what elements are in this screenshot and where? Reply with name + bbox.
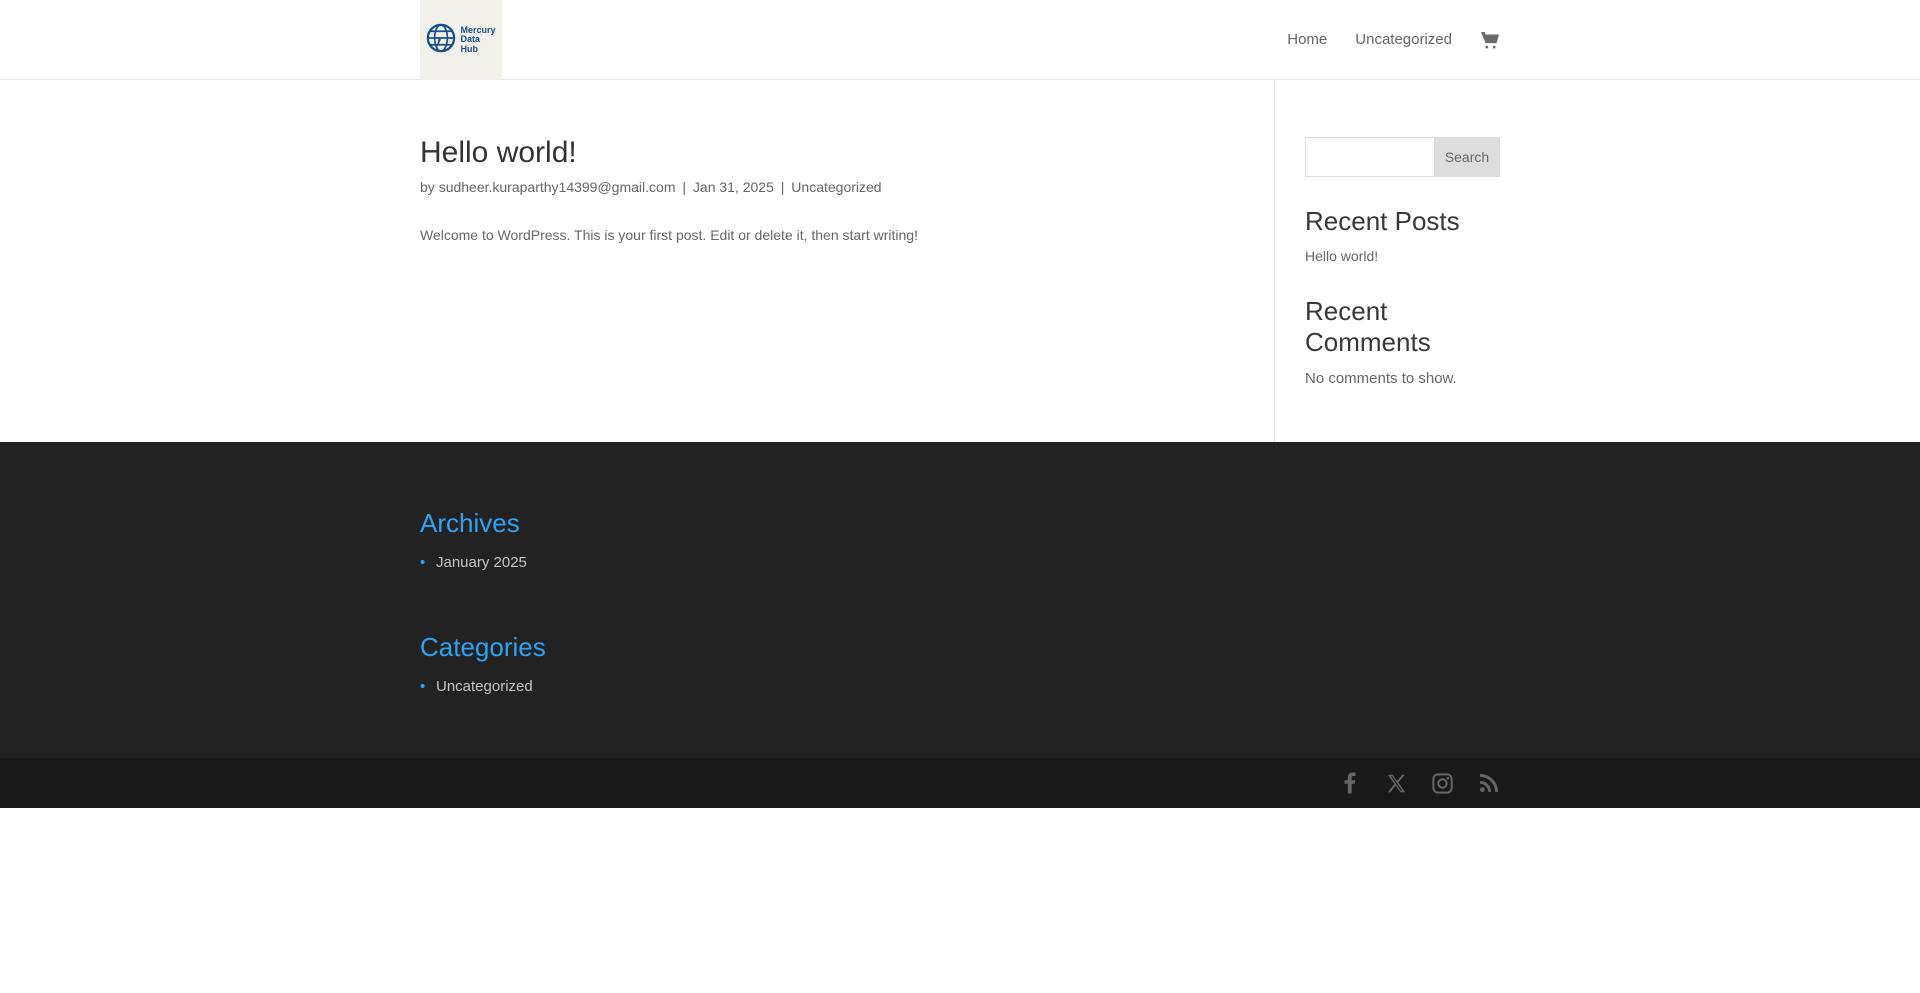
rss-icon [1478,773,1499,794]
nav-item-home[interactable]: Home [1287,31,1327,48]
main-content: Hello world! by sudheer.kuraparthy14399@… [0,80,1920,442]
sidebar: Search Recent Posts Hello world! Recent … [1305,137,1500,390]
x-twitter-link[interactable] [1384,771,1408,795]
rss-link[interactable] [1476,771,1500,795]
meta-separator: | [679,179,689,195]
recent-posts-title: Recent Posts [1305,206,1500,237]
archive-link[interactable]: January 2025 [436,554,527,571]
meta-separator: | [778,179,788,195]
instagram-icon [1432,773,1453,794]
logo-text: Mercury Data Hub [460,26,495,54]
recent-comments-title: Recent Comments [1305,296,1500,358]
post-article: Hello world! by sudheer.kuraparthy14399@… [420,138,1240,246]
post-author-link[interactable]: sudheer.kuraparthy14399@gmail.com [439,179,676,195]
nav-item-uncategorized[interactable]: Uncategorized [1355,31,1452,48]
recent-comments-empty: No comments to show. [1305,368,1500,391]
site-footer: Archives January 2025 Categories Uncateg… [0,442,1920,758]
cart-button[interactable] [1480,30,1500,50]
categories-title: Categories [420,632,1500,663]
search-button[interactable]: Search [1434,137,1500,177]
sidebar-divider [1274,80,1275,442]
page: Mercury Data Hub Home Uncategorized [0,0,1920,993]
site-logo[interactable]: Mercury Data Hub [420,0,502,80]
instagram-link[interactable] [1430,771,1454,795]
main-nav: Home Uncategorized [1287,0,1500,79]
post-title[interactable]: Hello world! [420,138,1240,168]
list-item: Uncategorized [420,676,1500,699]
post-category-link[interactable]: Uncategorized [791,179,881,195]
search-input[interactable] [1305,137,1434,177]
widget-archives: Archives January 2025 [420,508,1500,575]
post-body: Welcome to WordPress. This is your first… [420,224,1240,246]
list-item: January 2025 [420,552,1500,575]
widget-recent-posts: Recent Posts Hello world! [1305,206,1500,267]
post-meta-by: by [420,179,435,195]
widget-recent-comments: Recent Comments No comments to show. [1305,296,1500,390]
search-form: Search [1305,137,1500,177]
category-link[interactable]: Uncategorized [436,678,533,695]
shopping-cart-icon [1480,30,1500,50]
recent-post-link[interactable]: Hello world! [1305,248,1378,264]
site-header: Mercury Data Hub Home Uncategorized [0,0,1920,80]
x-icon [1386,773,1407,794]
globe-logo-icon [426,23,456,58]
footer-bottom-bar [0,758,1920,808]
facebook-link[interactable] [1338,771,1362,795]
list-item: Hello world! [1305,246,1500,267]
post-meta: by sudheer.kuraparthy14399@gmail.com | J… [420,179,1240,195]
facebook-icon [1343,772,1357,794]
widget-categories: Categories Uncategorized [420,632,1500,699]
archives-title: Archives [420,508,1500,539]
post-date: Jan 31, 2025 [693,179,774,195]
